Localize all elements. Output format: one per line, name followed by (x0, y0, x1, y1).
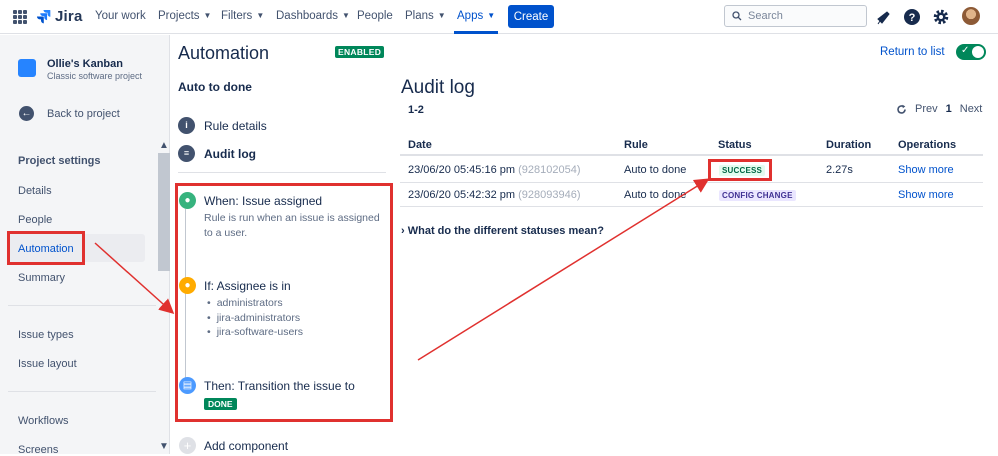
project-type: Classic software project (47, 71, 143, 81)
nav-label: Dashboards (276, 10, 339, 22)
sidebar-item-people[interactable]: People (18, 214, 52, 226)
help-icon[interactable]: ? (903, 8, 921, 26)
annotation-highlight-automation (7, 231, 85, 265)
nav-label: Plans (405, 10, 434, 22)
sidebar-divider (8, 305, 156, 306)
annotation-arrow-success (417, 178, 710, 361)
sidebar-item-screens[interactable]: Screens (18, 444, 58, 456)
column-header-status: Status (718, 139, 752, 151)
back-to-project-link[interactable]: Back to project (47, 108, 120, 120)
current-page: 1 (945, 103, 952, 115)
column-header-operations: Operations (898, 139, 957, 151)
chevron-right-icon: › (401, 225, 405, 237)
result-range: 1-2 (408, 104, 424, 116)
nav-dashboards[interactable]: Dashboards ▼ (276, 10, 350, 22)
chevron-down-icon: ▼ (437, 11, 446, 20)
sidebar-item-issue-types[interactable]: Issue types (18, 329, 74, 341)
row-1-show-more-link[interactable]: Show more (898, 164, 954, 176)
table-row-divider (400, 206, 983, 207)
search-icon (732, 11, 742, 21)
page-title: Automation (178, 43, 270, 63)
annotation-highlight-success (708, 159, 772, 181)
row-1-date: 23/06/20 05:45:16 pm (928102054) (408, 164, 580, 176)
column-header-rule: Rule (624, 139, 648, 151)
rule-status-badge: ENABLED (335, 46, 385, 58)
project-name: Ollie's Kanban (47, 58, 123, 70)
row-2-show-more-link[interactable]: Show more (898, 189, 954, 201)
top-navigation: Jira Your work Projects ▼ Filters ▼ Dashbo… (0, 0, 998, 34)
nav-label: People (357, 10, 393, 22)
create-button[interactable]: Create (508, 5, 554, 28)
sidebar-item-details[interactable]: Details (18, 185, 52, 197)
add-component-button[interactable]: Add component (204, 439, 288, 453)
avatar[interactable] (962, 7, 980, 25)
nav-label: Your work (95, 10, 146, 22)
jira-logo[interactable]: Jira (36, 8, 83, 25)
audit-table-header (400, 132, 983, 156)
scroll-up-icon[interactable]: ▲ (159, 140, 169, 151)
app-switcher-icon[interactable] (13, 10, 27, 24)
row-1-rule: Auto to done (624, 164, 687, 176)
table-row-divider (400, 182, 983, 183)
jira-logo-icon (36, 9, 51, 24)
rule-name: Auto to done (178, 80, 252, 94)
project-avatar-icon (18, 59, 36, 77)
chevron-down-icon: ▼ (487, 11, 496, 20)
search-input[interactable] (748, 10, 858, 22)
pagination: Prev 1 Next (896, 103, 982, 115)
sidebar-divider (8, 391, 156, 392)
list-icon: ≡ (178, 145, 195, 162)
chevron-down-icon: ▼ (256, 11, 265, 20)
nav-your-work[interactable]: Your work (95, 10, 146, 22)
scroll-down-icon[interactable]: ▼ (159, 441, 169, 452)
status-help-expander[interactable]: › What do the different statuses mean? (401, 225, 604, 237)
menu-rule-details[interactable]: Rule details (204, 119, 267, 133)
rule-enabled-toggle[interactable]: ✓ (956, 44, 986, 60)
sidebar-item-summary[interactable]: Summary (18, 272, 65, 284)
svg-text:?: ? (909, 12, 916, 24)
add-icon[interactable]: + (179, 437, 196, 454)
menu-audit-log[interactable]: Audit log (204, 147, 256, 161)
date-text: 23/06/20 05:42:32 pm (408, 189, 516, 201)
sidebar-section-heading: Project settings (18, 155, 101, 167)
active-nav-indicator (454, 31, 498, 34)
settings-icon[interactable] (932, 8, 950, 26)
nav-label: Filters (221, 10, 253, 22)
nav-label: Projects (158, 10, 200, 22)
sidebar-item-issue-layout[interactable]: Issue layout (18, 358, 77, 370)
next-page-button[interactable]: Next (960, 103, 983, 115)
row-2-rule: Auto to done (624, 189, 687, 201)
nav-plans[interactable]: Plans ▼ (405, 10, 446, 22)
sidebar-scrollbar[interactable] (158, 153, 170, 271)
return-to-list-link[interactable]: Return to list (880, 46, 945, 58)
arrow-left-icon[interactable]: ← (19, 106, 34, 121)
chevron-down-icon: ▼ (342, 11, 350, 20)
refresh-icon[interactable] (896, 104, 907, 115)
nav-apps[interactable]: Apps ▼ (457, 10, 495, 22)
chevron-down-icon: ▼ (203, 11, 212, 20)
nav-label: Apps (457, 10, 484, 22)
faq-label: What do the different statuses mean? (407, 225, 604, 237)
notifications-icon[interactable] (875, 8, 893, 26)
status-badge-config-change: CONFIG CHANGE (719, 190, 796, 201)
sidebar-item-workflows[interactable]: Workflows (18, 415, 69, 427)
prev-page-button[interactable]: Prev (915, 103, 938, 115)
row-2-date: 23/06/20 05:42:32 pm (928093946) (408, 189, 580, 201)
execution-id: (928102054) (518, 164, 581, 176)
annotation-highlight-components (175, 183, 393, 422)
row-1-duration: 2.27s (826, 164, 853, 176)
nav-filters[interactable]: Filters ▼ (221, 10, 264, 22)
jira-logo-text: Jira (55, 8, 83, 25)
execution-id: (928093946) (518, 189, 581, 201)
menu-divider (178, 172, 386, 173)
column-header-duration: Duration (826, 139, 872, 151)
date-text: 23/06/20 05:45:16 pm (408, 164, 516, 176)
column-header-date: Date (408, 139, 432, 151)
search-box[interactable] (724, 5, 867, 27)
audit-log-title: Audit log (401, 77, 475, 98)
info-icon: i (178, 117, 195, 134)
check-icon: ✓ (961, 45, 970, 56)
nav-projects[interactable]: Projects ▼ (158, 10, 211, 22)
nav-people[interactable]: People (357, 10, 393, 22)
